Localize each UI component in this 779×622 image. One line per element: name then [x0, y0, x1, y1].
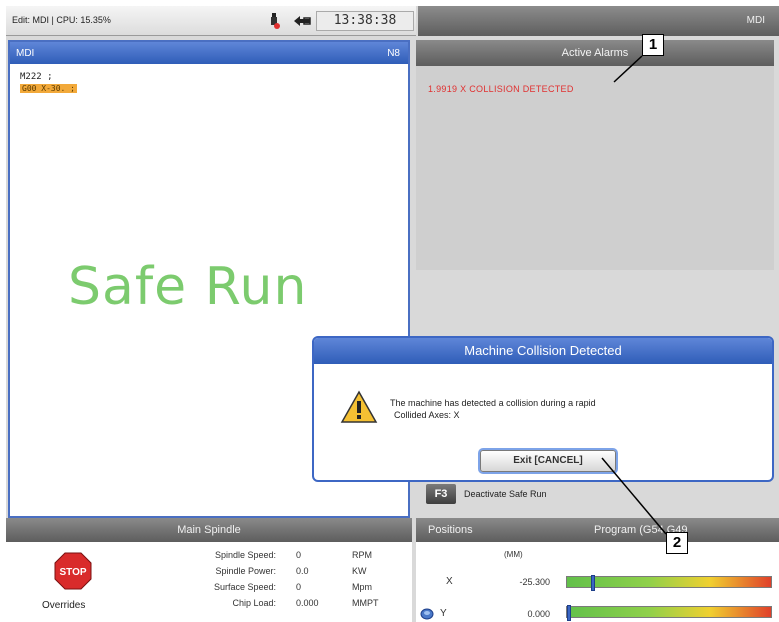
- active-alarms-panel: Active Alarms 1.9919 X COLLISION DETECTE…: [416, 40, 774, 270]
- spindle-row-unit: MMPT: [352, 598, 379, 608]
- positions-panel: (MM) X -25.300 Y 0.000: [416, 542, 779, 622]
- axis-load-bar-y: [566, 605, 772, 621]
- axis-label-y: Y: [440, 608, 447, 619]
- axis-value-y: 0.000: [527, 609, 550, 619]
- spindle-row-label: Spindle Power:: [215, 566, 276, 576]
- axis-load-bar-x: [566, 575, 772, 591]
- code-line[interactable]: M222 ;: [20, 72, 53, 82]
- axis-label-x: X: [446, 576, 453, 587]
- stop-label: STOP: [59, 567, 86, 578]
- top-right-bar: MDI: [418, 6, 779, 36]
- spindle-row-unit: KW: [352, 566, 367, 576]
- positions-header: Positions Program (G54 G49: [416, 518, 779, 542]
- f3-key[interactable]: F3: [426, 484, 456, 504]
- callout-1: 1: [642, 34, 664, 56]
- usb-icon: [271, 13, 280, 29]
- spindle-row-value: 0.0: [296, 566, 309, 576]
- mdi-header: MDI N8: [10, 42, 408, 64]
- callout-2: 2: [666, 532, 688, 554]
- network-icon: [294, 16, 311, 26]
- deactivate-safe-run-label: Deactivate Safe Run: [464, 489, 547, 499]
- spindle-row-label: Chip Load:: [232, 598, 276, 608]
- safe-run-watermark: Safe Run: [68, 257, 308, 317]
- spindle-row-value: 0: [296, 582, 302, 592]
- spindle-row-unit: Mpm: [352, 582, 372, 592]
- exit-cancel-button[interactable]: Exit [CANCEL]: [480, 450, 616, 472]
- spindle-row-label: Spindle Speed:: [214, 550, 276, 560]
- mode-cpu-status: Edit: MDI | CPU: 15.35%: [12, 15, 111, 25]
- positions-title[interactable]: Positions: [428, 518, 473, 542]
- stop-sign-icon[interactable]: STOP: [54, 552, 92, 590]
- status-bar: Edit: MDI | CPU: 15.35% 13:38:38: [6, 6, 416, 36]
- position-unit: (MM): [504, 550, 523, 559]
- main-spindle-header: Main Spindle: [6, 518, 412, 542]
- dialog-collided-axes: Collided Axes: X: [394, 410, 460, 420]
- spindle-row-label: Surface Speed:: [213, 582, 276, 592]
- control-screen: Edit: MDI | CPU: 15.35% 13:38:38 MDI MDI…: [6, 6, 779, 622]
- collision-dialog: Machine Collision Detected The machine h…: [312, 336, 774, 482]
- spindle-row-unit: RPM: [352, 550, 372, 560]
- spindle-row-value: 0: [296, 550, 302, 560]
- alarms-header: Active Alarms: [416, 40, 774, 66]
- axis-value-x: -25.300: [519, 577, 550, 587]
- line-number: N8: [387, 48, 400, 59]
- spindle-row-value: 0.000: [296, 598, 319, 608]
- dialog-message: The machine has detected a collision dur…: [390, 398, 596, 408]
- clock: 13:38:38: [316, 11, 414, 31]
- axis-marker-y: [567, 605, 571, 621]
- dialog-title: Machine Collision Detected: [314, 338, 772, 364]
- main-spindle-panel: STOP Overrides Spindle Speed: 0 RPM Spin…: [6, 542, 412, 622]
- axis-marker-x: [590, 575, 595, 591]
- warning-icon: [340, 390, 378, 423]
- overrides-label[interactable]: Overrides: [42, 600, 85, 611]
- top-right-title: MDI: [746, 15, 765, 26]
- code-line-highlighted[interactable]: G00 X-30. ;: [20, 84, 77, 93]
- jog-orb-icon[interactable]: [420, 608, 434, 620]
- alarm-item[interactable]: 1.9919 X COLLISION DETECTED: [428, 84, 574, 94]
- mdi-title: MDI: [16, 48, 35, 59]
